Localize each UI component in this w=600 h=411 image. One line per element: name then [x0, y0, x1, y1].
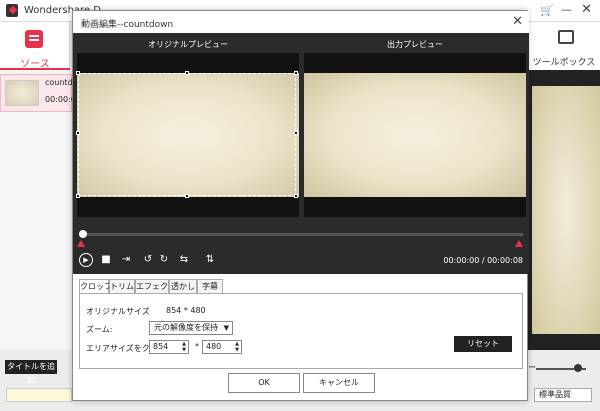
flip-vertical-icon[interactable]: ⇅ — [203, 253, 217, 267]
timeline-track[interactable] — [79, 233, 523, 236]
tab-effect[interactable]: エフェクト — [135, 279, 176, 293]
original-size-label: オリジナルサイズ — [86, 307, 150, 316]
dialog-titlebar: 動画編集--countdown ✕ — [73, 11, 529, 33]
play-button[interactable]: ▶ — [79, 253, 93, 267]
zoom-mode-select[interactable]: 元の解像度を保持 ▼ — [149, 321, 233, 335]
rotate-right-icon[interactable]: ↻ — [157, 253, 171, 267]
playhead[interactable] — [79, 230, 87, 238]
reset-button[interactable]: リセット — [454, 336, 512, 352]
toolbox-label: ツールボックス — [532, 58, 596, 68]
app-logo — [6, 4, 18, 17]
crop-height-value: 480 — [206, 342, 222, 351]
flip-horizontal-icon[interactable]: ⇆ — [177, 253, 191, 267]
main-preview — [528, 86, 600, 334]
spinner-arrows-icon[interactable]: ▲ ▼ — [182, 341, 186, 353]
cart-icon[interactable]: 🛒 — [540, 4, 554, 17]
ok-button[interactable]: OK — [228, 373, 300, 393]
dialog-title: 動画編集--countdown — [81, 20, 174, 30]
tab-watermark[interactable]: 透かし — [169, 279, 197, 293]
minimize-icon[interactable]: — — [561, 3, 572, 16]
media-thumbnail — [5, 80, 39, 106]
crop-handle-r[interactable] — [294, 131, 298, 135]
crop-handle-tl[interactable] — [76, 71, 80, 75]
tab-subtitle[interactable]: 字幕 — [197, 279, 223, 293]
spinner-arrows-icon[interactable]: ▲ ▼ — [235, 341, 239, 353]
media-library: countdo 00:00:08 — [0, 70, 73, 350]
crop-handle-bl[interactable] — [76, 194, 80, 198]
trim-start-marker[interactable] — [77, 240, 85, 247]
trim-end-marker[interactable] — [515, 240, 523, 247]
zoom-mode-value: 元の解像度を保持 — [154, 323, 218, 332]
crop-width-value: 854 — [153, 342, 169, 351]
original-preview-label: オリジナルプレビュー — [148, 40, 228, 49]
crop-panel: オリジナルサイズ 854 * 480 ズーム: 元の解像度を保持 ▼ エリアサイ… — [79, 293, 523, 369]
crop-handle-tr[interactable] — [294, 71, 298, 75]
source-icon — [25, 30, 43, 48]
times-sign: * — [195, 342, 199, 351]
crop-width-input[interactable]: 854 ▲ ▼ — [149, 340, 189, 354]
original-size-value: 854 * 480 — [166, 306, 206, 315]
media-name: countdo — [45, 78, 73, 87]
add-title-button[interactable]: タイトルを追加 — [5, 360, 57, 385]
cancel-button[interactable]: キャンセル — [303, 373, 375, 393]
toolbox-tab[interactable]: ツールボックス — [528, 22, 600, 70]
editor-area: オリジナルプレビュー 出力プレビュー ▶ ■ ⇥ ↺ ↻ ⇆ ⇅ 00:00:0… — [73, 33, 529, 274]
media-item[interactable]: countdo 00:00:08 — [0, 74, 73, 112]
app-top-nav: ソース — [0, 22, 70, 70]
toolbox-icon — [558, 30, 574, 44]
crop-height-input[interactable]: 480 ▲ ▼ — [202, 340, 242, 354]
output-preview-label: 出力プレビュー — [387, 40, 443, 49]
crop-box[interactable] — [76, 71, 298, 198]
crop-handle-l[interactable] — [76, 131, 80, 135]
main-preview-bar-bottom — [528, 334, 600, 350]
output-preview — [304, 53, 526, 217]
main-preview-bar-top — [528, 70, 600, 86]
crop-handle-t[interactable] — [185, 71, 189, 75]
media-duration: 00:00:08 — [45, 95, 73, 104]
rotate-left-icon[interactable]: ↺ — [141, 253, 155, 267]
crop-handle-b[interactable] — [185, 194, 189, 198]
original-preview — [76, 53, 299, 217]
timecode: 00:00:00 / 00:00:08 — [443, 256, 523, 265]
dropdown-arrow-icon: ▼ — [223, 324, 229, 332]
output-path-field[interactable] — [6, 388, 72, 402]
source-tab[interactable]: ソース — [0, 22, 70, 70]
crop-handle-br[interactable] — [294, 194, 298, 198]
dialog-close-icon[interactable]: ✕ — [512, 14, 523, 29]
video-edit-dialog: 動画編集--countdown ✕ オリジナルプレビュー 出力プレビュー ▶ ■… — [72, 10, 529, 401]
zoom-slider-handle[interactable] — [574, 364, 582, 372]
app-close-icon[interactable]: ✕ — [581, 2, 592, 17]
output-frame-image — [304, 73, 526, 197]
tab-trim[interactable]: トリム — [109, 279, 135, 293]
tab-crop[interactable]: クロップ — [79, 279, 112, 294]
stop-button[interactable]: ■ — [99, 253, 113, 267]
quality-select[interactable]: 標準品質 — [534, 388, 592, 402]
snapshot-icon[interactable]: ⇥ — [119, 253, 133, 267]
zoom-label: ズーム: — [86, 325, 113, 334]
